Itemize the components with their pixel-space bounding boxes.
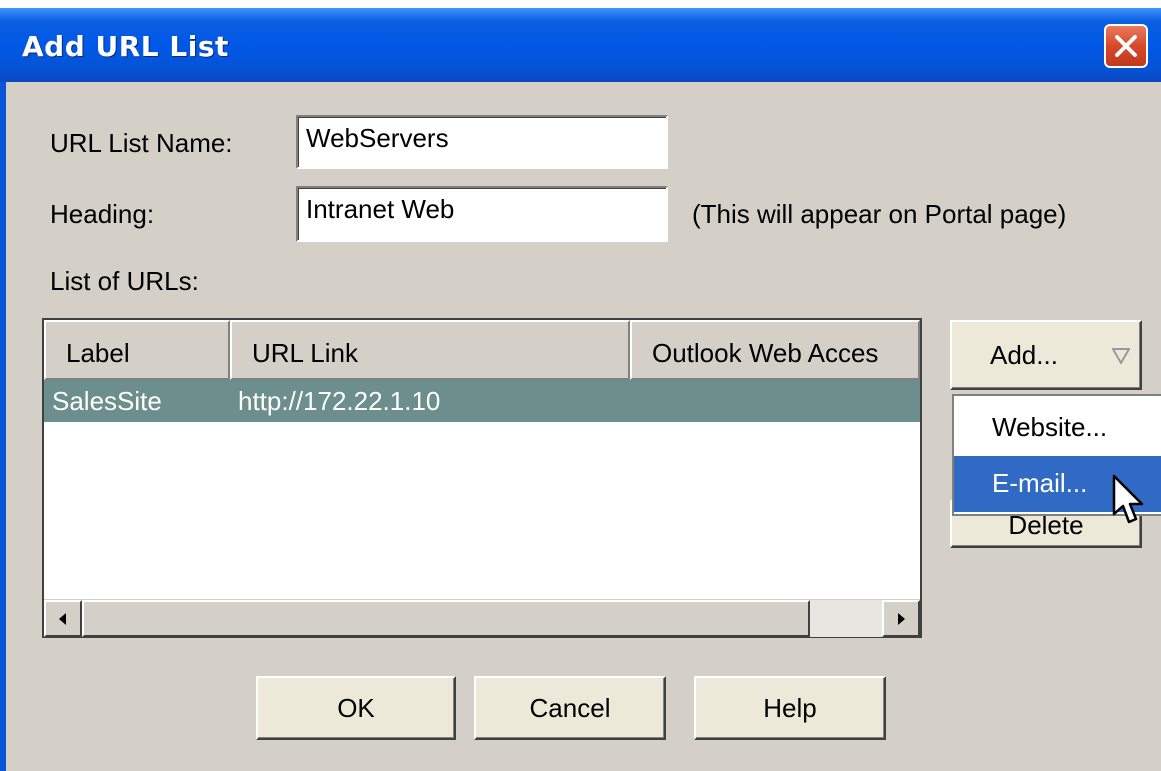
add-button-label: Add... bbox=[990, 339, 1058, 370]
horizontal-scrollbar[interactable] bbox=[44, 599, 920, 637]
title-bar[interactable]: Add URL List bbox=[0, 0, 1161, 82]
list-of-urls-label: List of URLs: bbox=[50, 266, 199, 296]
column-header-url-link[interactable]: URL Link bbox=[230, 320, 630, 380]
window-left-border bbox=[0, 82, 6, 771]
heading-input[interactable]: Intranet Web bbox=[296, 186, 668, 242]
url-list-name-value: WebServers bbox=[306, 123, 449, 153]
add-button[interactable]: Add... bbox=[950, 320, 1142, 390]
scrollbar-thumb[interactable] bbox=[82, 600, 810, 637]
ok-button-label: OK bbox=[337, 692, 375, 723]
url-list-name-label: URL List Name: bbox=[50, 128, 233, 158]
cancel-button-label: Cancel bbox=[529, 692, 611, 723]
url-list-name-input[interactable]: WebServers bbox=[296, 115, 668, 169]
url-table: Label URL Link Outlook Web Acces SalesSi… bbox=[42, 318, 922, 638]
ok-button[interactable]: OK bbox=[256, 676, 456, 740]
arrow-left-icon bbox=[59, 612, 66, 625]
triangle-down-icon bbox=[1112, 348, 1130, 364]
arrow-right-icon bbox=[898, 612, 905, 625]
add-url-list-dialog: Add URL List URL List Name: WebServers H… bbox=[0, 0, 1161, 771]
help-button-label: Help bbox=[763, 692, 817, 723]
help-button[interactable]: Help bbox=[694, 676, 886, 740]
heading-hint: (This will appear on Portal page) bbox=[692, 199, 1067, 229]
heading-value: Intranet Web bbox=[306, 194, 455, 224]
column-header-label[interactable]: Label bbox=[44, 320, 230, 380]
scroll-left-button[interactable] bbox=[44, 600, 82, 637]
mouse-pointer-icon bbox=[1112, 474, 1144, 524]
close-button[interactable] bbox=[1104, 24, 1148, 68]
table-row[interactable]: SalesSite http://172.22.1.10 bbox=[44, 380, 920, 422]
dialog-title: Add URL List bbox=[22, 30, 229, 63]
table-header: Label URL Link Outlook Web Acces bbox=[44, 320, 920, 380]
row-url-cell: http://172.22.1.10 bbox=[238, 386, 441, 416]
scroll-right-button[interactable] bbox=[882, 600, 920, 637]
close-icon bbox=[1115, 35, 1137, 57]
menu-item-website[interactable]: Website... bbox=[954, 400, 1161, 456]
cancel-button[interactable]: Cancel bbox=[474, 676, 666, 740]
heading-label: Heading: bbox=[50, 199, 155, 229]
column-header-outlook-web-access[interactable]: Outlook Web Acces bbox=[630, 320, 920, 380]
row-label-cell: SalesSite bbox=[52, 386, 162, 416]
